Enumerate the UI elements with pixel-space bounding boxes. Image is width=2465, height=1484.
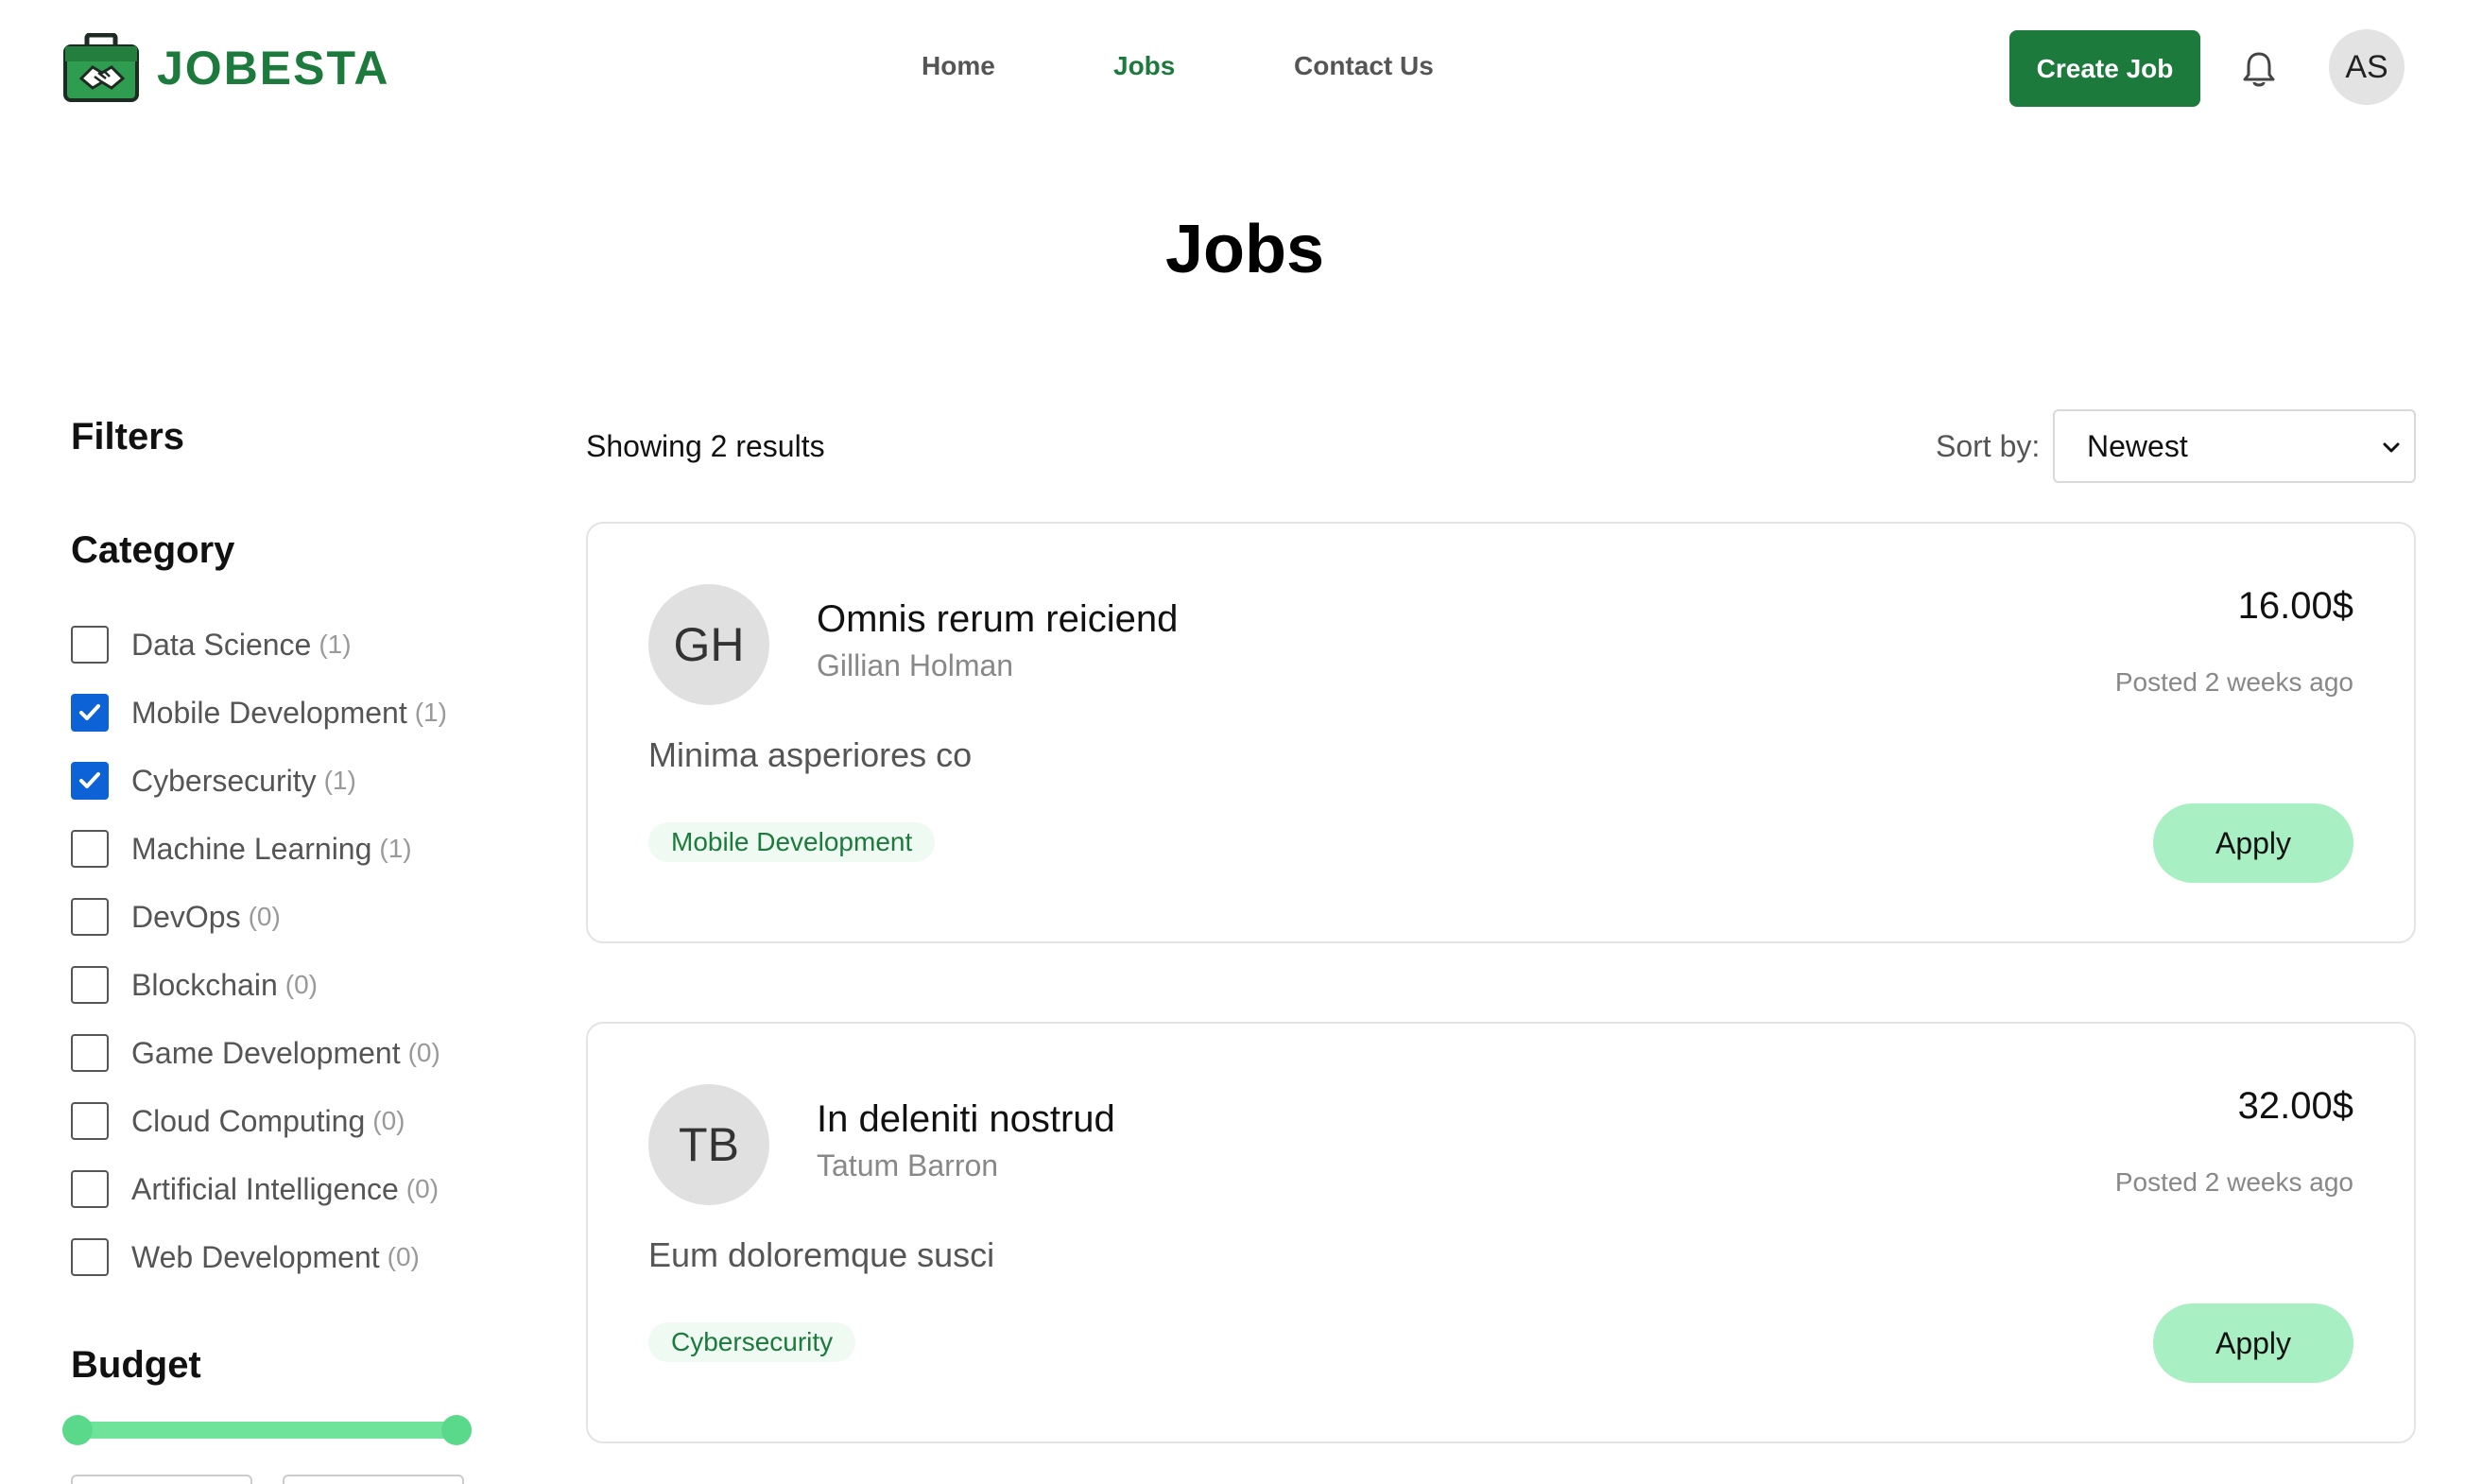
category-count: (1) [414, 698, 447, 727]
checkbox[interactable] [71, 898, 109, 936]
job-card[interactable]: GH Omnis rerum reiciend Gillian Holman M… [586, 522, 2416, 943]
apply-button[interactable]: Apply [2153, 1303, 2353, 1383]
company-avatar: TB [648, 1084, 769, 1205]
category-count: (1) [319, 630, 352, 659]
category-count: (0) [407, 1038, 440, 1067]
filters-heading: Filters [71, 416, 185, 457]
checkmark-icon [79, 772, 100, 788]
budget-min-input[interactable] [71, 1475, 252, 1484]
category-item-devops[interactable]: DevOps (0) [71, 896, 281, 938]
nav-jobs[interactable]: Jobs [1113, 49, 1175, 83]
category-count: (0) [405, 1174, 440, 1203]
job-price: 16.00$ [2237, 585, 2353, 627]
budget-slider-min-handle[interactable] [62, 1415, 93, 1445]
results-count: Showing 2 results [586, 429, 825, 463]
category-label: DevOps [131, 900, 241, 934]
apply-button[interactable]: Apply [2153, 803, 2353, 883]
job-category-tag: Mobile Development [648, 822, 936, 862]
category-count: (0) [387, 1242, 420, 1271]
checkbox-checked[interactable] [71, 762, 109, 800]
checkbox[interactable] [71, 1034, 109, 1072]
category-count: (0) [284, 970, 318, 999]
chevron-down-icon [2383, 442, 2400, 453]
job-poster-name: Tatum Barron [817, 1148, 999, 1182]
category-item-web-development[interactable]: Web Development (0) [71, 1236, 420, 1278]
checkbox[interactable] [71, 1102, 109, 1140]
create-job-button[interactable]: Create Job [2009, 30, 2200, 107]
budget-slider-max-handle[interactable] [441, 1415, 472, 1445]
top-navbar: JOBESTA Home Jobs Contact Us Create Job … [0, 0, 2465, 132]
category-label: Game Development [131, 1036, 401, 1070]
category-count: (1) [323, 766, 356, 795]
category-heading: Category [71, 529, 235, 571]
job-description: Eum doloremque susci [648, 1235, 995, 1274]
job-category-tag: Cybersecurity [648, 1322, 856, 1362]
nav-contact-us[interactable]: Contact Us [1294, 49, 1434, 83]
sort-label: Sort by: [1936, 429, 2041, 463]
budget-slider-track[interactable] [78, 1422, 456, 1439]
category-count: (1) [379, 834, 412, 863]
checkbox[interactable] [71, 626, 109, 664]
category-item-cloud-computing[interactable]: Cloud Computing (0) [71, 1100, 405, 1142]
page: JOBESTA Home Jobs Contact Us Create Job … [0, 0, 2465, 1484]
category-label: Mobile Development [131, 696, 407, 730]
checkbox[interactable] [71, 966, 109, 1004]
category-count: (0) [248, 902, 281, 931]
checkmark-icon [79, 704, 100, 720]
job-posted-time: Posted 2 weeks ago [2114, 1167, 2353, 1197]
job-description: Minima asperiores co [648, 735, 973, 774]
checkbox[interactable] [71, 1170, 109, 1208]
category-label: Web Development [131, 1240, 380, 1274]
category-label: Machine Learning [131, 832, 372, 866]
job-posted-time: Posted 2 weeks ago [2114, 667, 2353, 697]
budget-heading: Budget [71, 1344, 201, 1386]
checkbox[interactable] [71, 830, 109, 868]
category-item-machine-learning[interactable]: Machine Learning (1) [71, 828, 412, 870]
category-label: Artificial Intelligence [131, 1172, 399, 1206]
category-label: Cybersecurity [131, 764, 317, 798]
job-poster-name: Gillian Holman [817, 648, 1014, 682]
category-label: Blockchain [131, 968, 278, 1002]
job-card[interactable]: TB In deleniti nostrud Tatum Barron Eum … [586, 1022, 2416, 1443]
category-label: Data Science [131, 628, 312, 662]
category-item-game-development[interactable]: Game Development (0) [71, 1032, 440, 1074]
category-item-artificial-intelligence[interactable]: Artificial Intelligence (0) [71, 1168, 439, 1210]
budget-max-input[interactable] [283, 1475, 464, 1484]
user-avatar[interactable]: AS [2329, 29, 2405, 105]
checkbox-checked[interactable] [71, 694, 109, 732]
category-label: Cloud Computing [131, 1104, 366, 1138]
job-title[interactable]: In deleniti nostrud [817, 1096, 1115, 1143]
category-item-data-science[interactable]: Data Science (1) [71, 624, 352, 665]
checkbox[interactable] [71, 1238, 109, 1276]
sort-selected-value: Newest [2087, 428, 2188, 463]
page-title: Jobs [1164, 212, 1325, 287]
brand-logo[interactable]: JOBESTA [62, 33, 389, 103]
category-item-cybersecurity[interactable]: Cybersecurity (1) [71, 760, 356, 802]
category-count: (0) [372, 1106, 405, 1135]
briefcase-handshake-icon [63, 33, 139, 102]
bell-icon[interactable] [2240, 49, 2278, 89]
job-title[interactable]: Omnis rerum reiciend [817, 595, 1178, 643]
brand-name: JOBESTA [157, 42, 390, 95]
company-avatar: GH [648, 584, 769, 705]
sort-select[interactable]: Newest [2053, 409, 2416, 483]
nav-home[interactable]: Home [922, 49, 995, 83]
job-price: 32.00$ [2237, 1085, 2353, 1127]
category-item-mobile-development[interactable]: Mobile Development (1) [71, 692, 447, 733]
category-item-blockchain[interactable]: Blockchain (0) [71, 964, 318, 1006]
